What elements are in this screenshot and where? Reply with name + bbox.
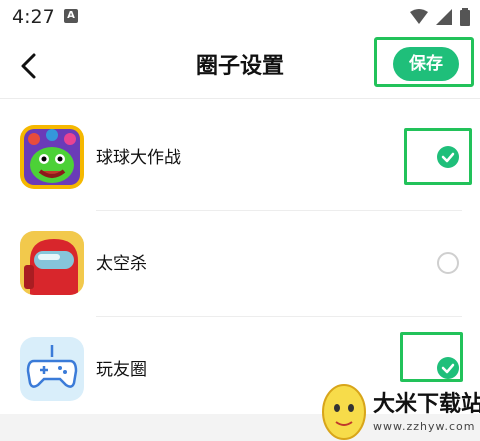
rice-mascot-icon: [322, 384, 366, 440]
app-name: 球球大作战: [96, 148, 181, 168]
checkbox-checked[interactable]: [437, 146, 459, 168]
checkmark-icon: [441, 152, 455, 163]
signal-icon: [436, 9, 452, 25]
app-row-taikongsha[interactable]: 太空杀: [0, 211, 480, 317]
checkbox-checked[interactable]: [437, 357, 459, 379]
status-time: 4:27: [12, 6, 55, 28]
wifi-icon: [410, 9, 428, 24]
checkmark-icon: [441, 363, 455, 374]
watermark: 大米下载站 www.zzhyw.com: [318, 378, 480, 441]
watermark-url: www.zzhyw.com: [373, 420, 476, 433]
app-name: 玩友圈: [96, 360, 147, 380]
gamepad-icon: [20, 337, 84, 401]
status-bar: 4:27 A: [0, 0, 480, 34]
notification-badge: A: [64, 9, 78, 23]
checkbox-unchecked[interactable]: [437, 252, 459, 274]
taikongsha-app-icon: [20, 231, 84, 295]
watermark-title: 大米下载站: [373, 392, 480, 417]
qiuqiu-app-icon: [20, 125, 84, 189]
battery-icon: [460, 8, 470, 26]
save-button[interactable]: 保存: [393, 47, 459, 81]
system-icons: [410, 8, 470, 26]
top-bar: 圈子设置 保存: [0, 34, 480, 99]
app-name: 太空杀: [96, 254, 147, 274]
app-row-qiuqiu[interactable]: 球球大作战: [0, 105, 480, 211]
